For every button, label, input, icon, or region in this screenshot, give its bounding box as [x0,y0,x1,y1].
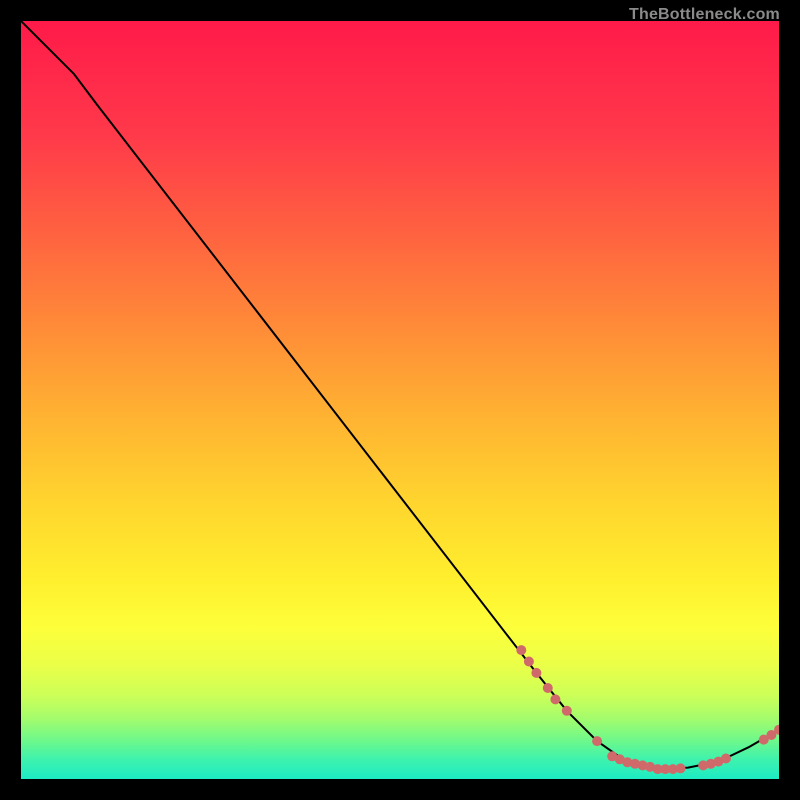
curve-line [21,21,779,769]
curve-markers [516,645,779,774]
data-point [524,657,534,667]
data-point [592,736,602,746]
data-point [562,706,572,716]
watermark-text: TheBottleneck.com [629,6,780,24]
bottleneck-curve [21,21,779,779]
data-point [550,694,560,704]
data-point [721,754,731,764]
chart-container: TheBottleneck.com [0,0,800,800]
data-point [531,668,541,678]
data-point [543,683,553,693]
data-point [516,645,526,655]
plot-area [21,21,779,779]
data-point [676,763,686,773]
